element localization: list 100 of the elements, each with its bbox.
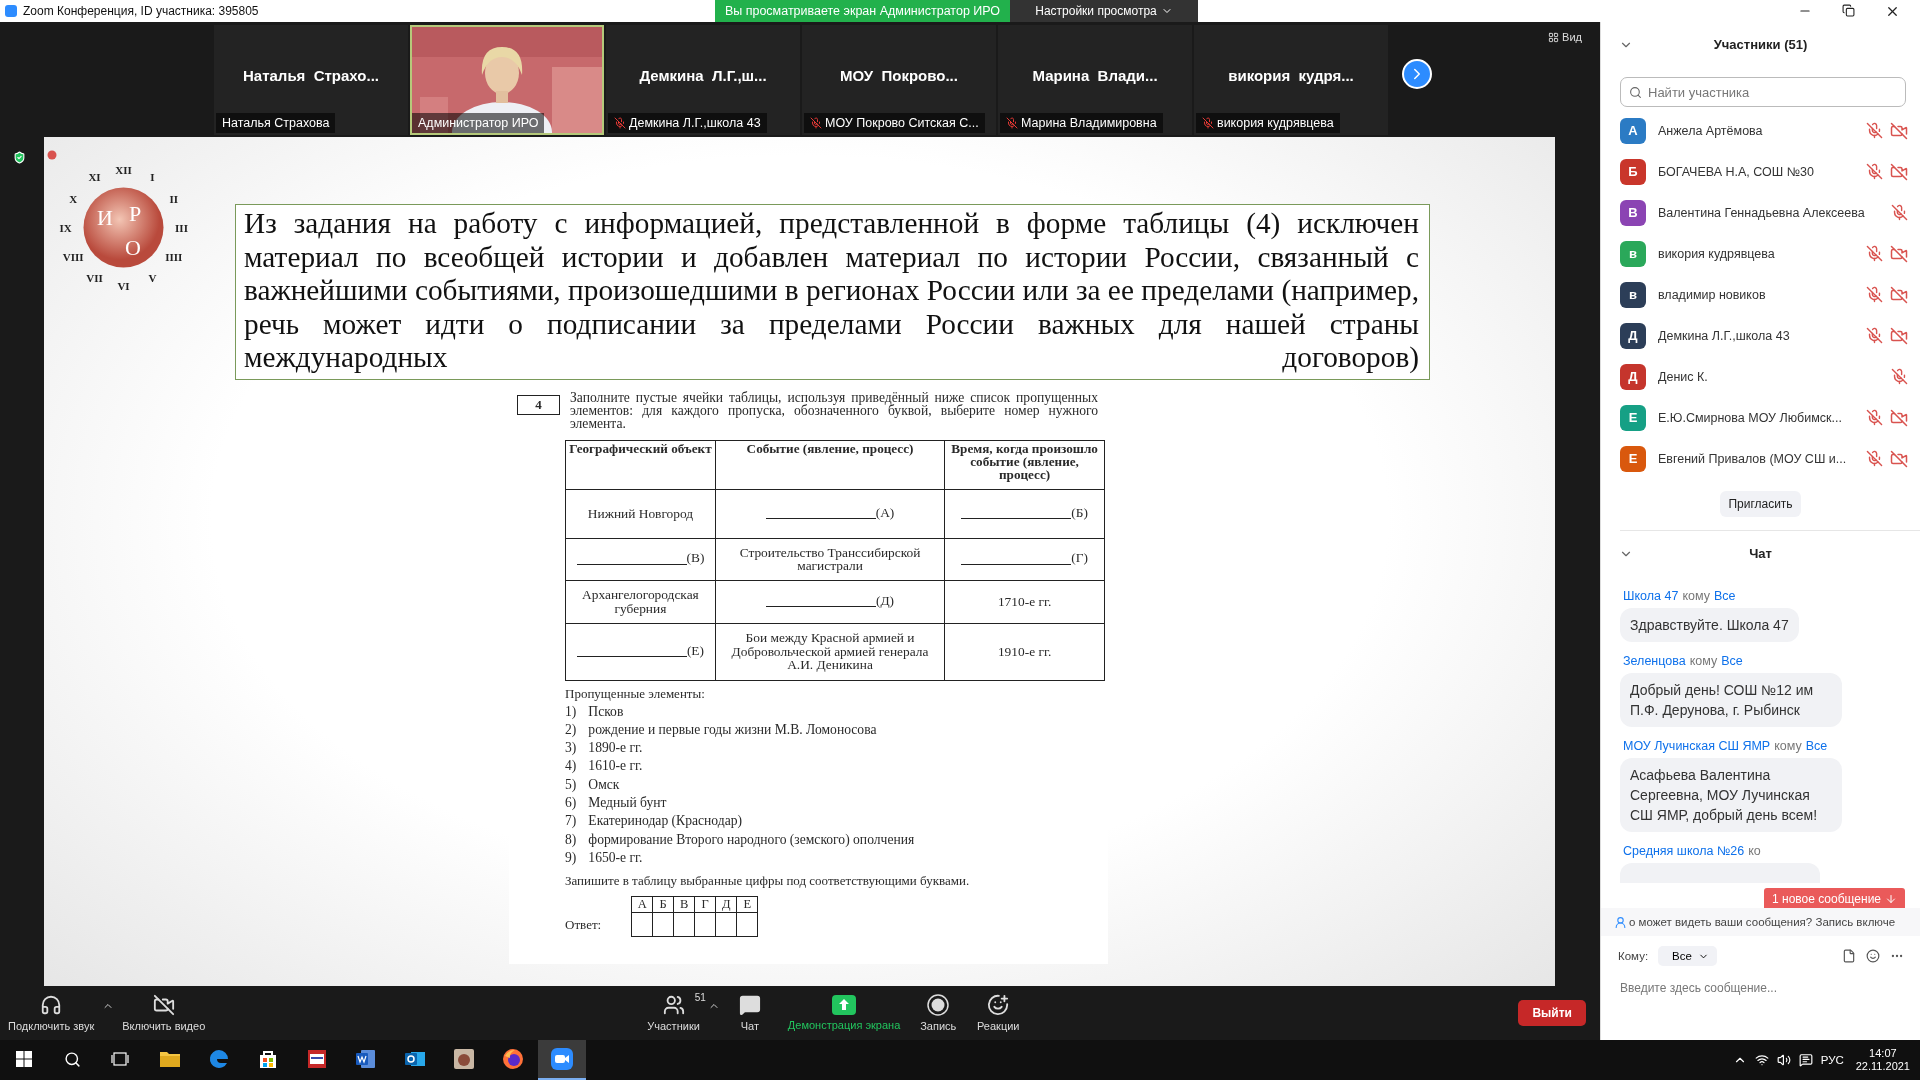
blank-label: (Е) xyxy=(686,643,704,657)
mic-muted-icon xyxy=(1866,162,1883,180)
recipient-prefix: ко xyxy=(1748,844,1761,858)
reaction-icon xyxy=(987,994,1010,1016)
participant-name: МОУ Покрово Ситская С... xyxy=(825,116,979,130)
participant-name: Анжела Артёмова xyxy=(1658,123,1764,138)
recipient-prefix: кому xyxy=(1774,739,1802,753)
browser-icon xyxy=(208,1048,230,1070)
participant-name: Денис К. xyxy=(1658,369,1709,384)
record-dot-icon xyxy=(47,150,57,160)
message-recipient: Все xyxy=(1805,739,1828,753)
answer-label: Ответ: xyxy=(565,917,602,934)
mic-muted-icon xyxy=(1891,204,1908,221)
tile-name: Демкина Л.Г.,ш... xyxy=(639,66,767,84)
answer-box xyxy=(694,912,716,937)
avatar: Д xyxy=(1620,322,1646,349)
folder-icon xyxy=(159,1050,181,1068)
item-number: 7) xyxy=(565,812,577,831)
search-field[interactable]: Найти участника xyxy=(1620,77,1906,107)
mic-muted-icon xyxy=(1866,408,1883,426)
time: 14:07 xyxy=(1869,1047,1897,1060)
view-button[interactable]: Вид xyxy=(1542,30,1588,44)
table-cell: Строительство Транссибирской магистрали xyxy=(715,538,945,580)
share-banner: Вы просматриваете экран Администратор ИРО xyxy=(715,0,1010,22)
participant-name: Наталья Страхова xyxy=(222,116,330,130)
taskbar-app-button[interactable] xyxy=(538,1040,586,1080)
share-screen-icon xyxy=(832,995,857,1015)
list-item: Омск xyxy=(588,775,620,794)
column-header: Событие (явление, процесс) xyxy=(715,440,945,489)
grid-icon xyxy=(1548,31,1560,43)
table-cell: Нижний Новгород xyxy=(565,489,716,538)
network-icon[interactable] xyxy=(1754,1053,1769,1067)
file-icon[interactable] xyxy=(1842,949,1856,963)
language-indicator[interactable]: РУС xyxy=(1820,1054,1844,1066)
mic-muted-icon xyxy=(1866,326,1883,344)
toolbar-button[interactable]: Демонстрация экрана xyxy=(779,995,909,1031)
video-off-icon xyxy=(152,994,175,1016)
next-page-button[interactable] xyxy=(1402,59,1432,89)
video-camera-icon xyxy=(550,1047,574,1071)
tile-name: Наталья Страхо... xyxy=(243,66,379,84)
recipient-dropdown[interactable]: Все xyxy=(1658,946,1717,966)
table-cell: А xyxy=(631,896,653,913)
avatar: Б xyxy=(1620,158,1646,185)
recipient-prefix: кому xyxy=(1689,654,1718,668)
tile-name: МОУ Покрово... xyxy=(840,66,958,84)
column-header: Время, когда произошло событие (явление, процесс) xyxy=(944,440,1105,489)
mic-muted-icon xyxy=(1866,449,1883,467)
restore-icon[interactable] xyxy=(1842,3,1855,17)
mic-muted-icon xyxy=(1866,121,1883,139)
leave-button[interactable]: Выйти xyxy=(1518,1000,1586,1026)
document-icon xyxy=(306,1048,328,1070)
item-number: 4) xyxy=(565,757,577,776)
view-options-button[interactable]: Настройки просмотра xyxy=(1010,0,1198,22)
toolbar-button[interactable]: 51 Участники xyxy=(639,994,708,1032)
table-cell: Д xyxy=(715,896,737,913)
invite-button[interactable]: Пригласить xyxy=(1720,491,1801,517)
blank-label: (А) xyxy=(875,505,895,519)
avatar: в xyxy=(1620,281,1646,308)
tile-name: Марина Влади... xyxy=(1032,66,1158,84)
item-number: 8) xyxy=(565,830,577,849)
participant-name: Е.Ю.Смирнова МОУ Любимск... xyxy=(1658,410,1843,425)
toolbar-button[interactable]: Включить видео xyxy=(114,994,214,1032)
panel-title: Участники (51) xyxy=(1713,37,1808,52)
clock[interactable]: 14:07 22.11.2021 xyxy=(1855,1047,1910,1073)
list-item: 1610-е гг. xyxy=(588,757,643,776)
notification-icon[interactable] xyxy=(1798,1053,1813,1067)
blank-label: (Д) xyxy=(876,593,895,607)
participant-name: БОГАЧЕВА Н.А, СОШ №30 xyxy=(1658,164,1815,179)
participant-name: Администратор ИРО xyxy=(418,116,539,130)
record-icon xyxy=(927,994,950,1016)
toolbar-button[interactable]: Подключить звук xyxy=(0,994,103,1032)
list-item: Псков xyxy=(588,702,624,721)
date: 22.11.2021 xyxy=(1855,1060,1910,1073)
table-cell: Бои между Красной армией и Добровольческой армией генерала А.И. Деникина xyxy=(715,623,945,680)
participant-name: Демкина Л.Г.,школа 43 xyxy=(1658,328,1791,343)
list-item: 1650-е гг. xyxy=(588,848,643,867)
item-number: 9) xyxy=(565,848,577,867)
headphones-icon xyxy=(40,994,63,1016)
avatar: Е xyxy=(1620,445,1646,472)
participant-name: Демкина Л.Г.,школа 43 xyxy=(629,116,761,130)
toolbar-button[interactable]: Чат xyxy=(719,994,780,1032)
participant-name: викория кудрявцева xyxy=(1217,116,1334,130)
recipient-prefix: кому xyxy=(1682,589,1710,603)
emoji-icon[interactable] xyxy=(1866,949,1880,963)
toolbar-button[interactable]: Запись xyxy=(908,994,969,1032)
participant-name: Валентина Геннадьевна Алексеева xyxy=(1658,205,1865,220)
message-sender: Зеленцова xyxy=(1623,654,1686,668)
search-icon xyxy=(1629,86,1642,99)
item-number: 5) xyxy=(565,775,577,794)
slide-note: Из задания на работу с информацией, представленной в форме таблицы (4) исключен материал по всеобщей истории и добавлен материал по истории России, связанный с важнейшими событиями, произошедшими в регионах России или за ее пределами (например, речь может идти о подписании за пределами России важных для нашей страны международных договоров) xyxy=(235,204,1430,380)
toolbar-button[interactable]: Реакции xyxy=(968,994,1029,1032)
panel-title: Чат xyxy=(1749,546,1772,561)
answer-box xyxy=(652,912,674,937)
item-number: 3) xyxy=(565,739,577,758)
shopping-bag-icon xyxy=(258,1049,278,1069)
arrow-down-icon xyxy=(1885,893,1897,905)
recipient-label: Кому: xyxy=(1618,950,1649,962)
mic-muted-icon xyxy=(1891,368,1908,385)
volume-icon[interactable] xyxy=(1776,1053,1791,1067)
participant-name: владимир новиков xyxy=(1658,287,1767,302)
